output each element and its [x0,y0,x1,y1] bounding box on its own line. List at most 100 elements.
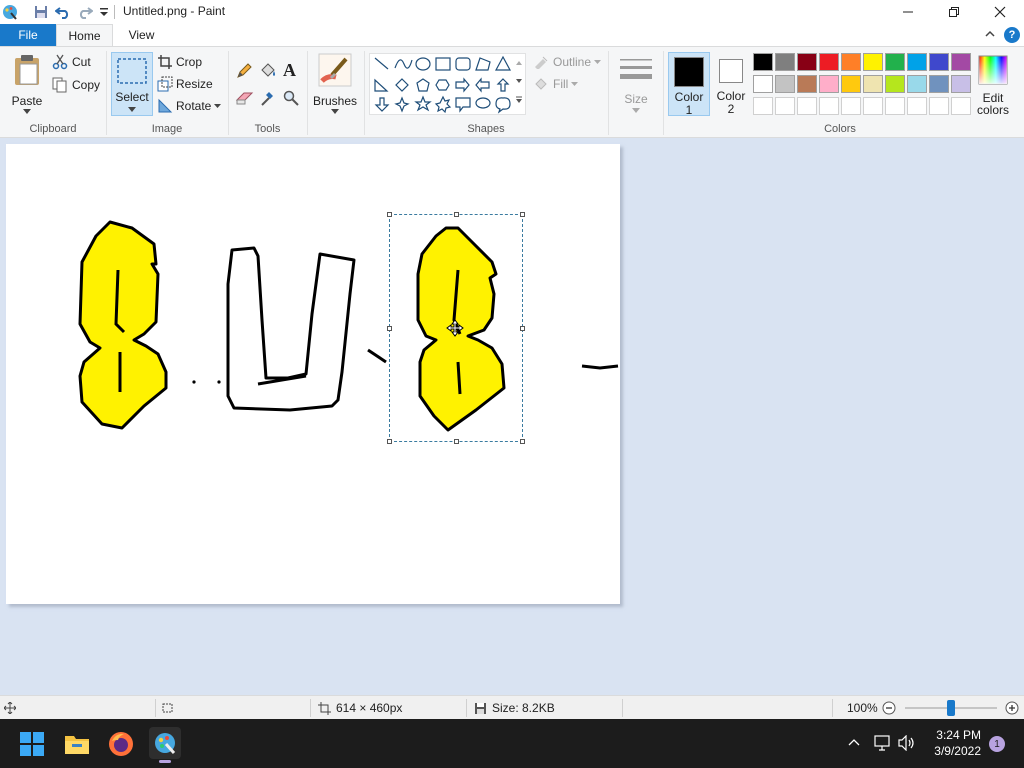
zoom-level: 100% [847,701,878,715]
shapes-scrollbar[interactable] [513,53,525,115]
zoom-slider[interactable] [905,700,997,716]
palette-color-swatch[interactable] [797,75,817,93]
tab-home[interactable]: Home [56,24,113,47]
select-label: Select [115,90,149,104]
palette-color-swatch[interactable] [907,53,927,71]
color-picker-icon[interactable] [260,89,276,107]
tab-file[interactable]: File [0,24,56,46]
palette-color-swatch[interactable] [885,75,905,93]
palette-color-swatch[interactable] [797,53,817,71]
taskbar-clock[interactable]: 3:24 PM 3/9/2022 [934,727,981,759]
cut-button[interactable]: Cut [52,54,91,70]
zoom-slider-thumb[interactable] [947,700,955,716]
palette-custom-slot[interactable] [863,97,883,115]
palette-custom-slot[interactable] [841,97,861,115]
palette-color-swatch[interactable] [819,53,839,71]
network-icon[interactable] [874,735,892,751]
resize-handle-nw[interactable] [387,212,392,217]
palette-color-swatch[interactable] [907,75,927,93]
taskbar-firefox[interactable] [106,729,136,759]
resize-handle-ne[interactable] [520,212,525,217]
window-title: Untitled.png - Paint [123,4,226,18]
edit-colors-button[interactable]: Edit colors [974,52,1012,117]
resize-button[interactable]: Resize [157,76,213,92]
zoom-in-icon[interactable] [1005,701,1019,715]
palette-custom-slot[interactable] [885,97,905,115]
palette-color-swatch[interactable] [951,75,971,93]
brushes-label: Brushes [312,94,358,108]
palette-color-swatch[interactable] [951,53,971,71]
size-button[interactable]: Size [614,51,658,117]
volume-icon[interactable] [898,735,916,751]
redo-icon[interactable] [77,4,93,20]
palette-color-swatch[interactable] [863,53,883,71]
canvas-size-icon [318,701,331,715]
palette-color-swatch[interactable] [885,53,905,71]
selection-rectangle[interactable] [387,212,525,444]
crop-button[interactable]: Crop [157,54,202,70]
eraser-icon[interactable] [236,91,254,105]
resize-handle-s[interactable] [454,439,459,444]
clock-date: 3/9/2022 [934,744,981,758]
palette-color-swatch[interactable] [863,75,883,93]
fill-bucket-icon[interactable] [259,62,277,80]
resize-handle-se[interactable] [520,439,525,444]
palette-color-swatch[interactable] [929,53,949,71]
fill-button[interactable]: Fill [533,77,579,91]
palette-custom-slot[interactable] [951,97,971,115]
palette-color-swatch[interactable] [819,75,839,93]
palette-custom-slot[interactable] [797,97,817,115]
palette-color-swatch[interactable] [929,75,949,93]
palette-color-swatch[interactable] [753,75,773,93]
palette-color-swatch[interactable] [775,53,795,71]
start-button[interactable] [17,729,47,759]
customize-qat-icon[interactable] [96,4,112,20]
drawing-canvas[interactable] [6,144,620,604]
select-button[interactable]: Select [111,52,153,116]
palette-color-swatch[interactable] [841,75,861,93]
palette-custom-slot[interactable] [819,97,839,115]
workspace[interactable] [0,138,1024,695]
resize-handle-w[interactable] [387,326,392,331]
palette-custom-slot[interactable] [775,97,795,115]
notification-badge[interactable]: 1 [989,736,1005,752]
collapse-ribbon-icon[interactable] [984,28,996,40]
resize-handle-sw[interactable] [387,439,392,444]
shapes-icons[interactable] [370,54,527,116]
undo-icon[interactable] [55,4,71,20]
magnifier-icon[interactable] [283,90,299,106]
minimize-button[interactable] [885,0,931,24]
save-icon[interactable] [33,4,49,20]
color-2-button[interactable]: Color 2 [711,52,751,116]
tab-view[interactable]: View [113,24,170,46]
palette-custom-slot[interactable] [753,97,773,115]
cursor-position-icon [4,702,16,714]
help-button[interactable]: ? [1004,27,1020,43]
pencil-icon[interactable] [236,63,252,79]
show-hidden-icons-icon[interactable] [848,737,860,747]
title-bar: Untitled.png - Paint [0,0,1024,24]
color-1-button[interactable]: Color 1 [668,52,710,117]
maximize-button[interactable] [931,0,977,24]
text-tool-icon[interactable]: A [283,60,296,81]
zoom-out-icon[interactable] [882,701,896,715]
taskbar-paint[interactable] [149,727,181,763]
palette-color-swatch[interactable] [775,75,795,93]
restore-icon [949,7,959,17]
outline-button[interactable]: Outline [533,55,602,69]
resize-handle-e[interactable] [520,326,525,331]
copy-icon [52,77,67,93]
palette-color-swatch[interactable] [753,53,773,71]
resize-handle-n[interactable] [454,212,459,217]
palette-custom-slot[interactable] [907,97,927,115]
fill-icon [535,78,547,90]
paint-app-icon[interactable] [2,4,18,20]
rotate-button[interactable]: Rotate [157,98,222,114]
close-button[interactable] [977,0,1023,24]
palette-custom-slot[interactable] [929,97,949,115]
copy-button[interactable]: Copy [52,77,100,93]
taskbar-file-explorer[interactable] [62,729,92,759]
brushes-button[interactable]: Brushes [312,51,358,117]
palette-color-swatch[interactable] [841,53,861,71]
paste-button[interactable]: Paste [6,51,48,117]
